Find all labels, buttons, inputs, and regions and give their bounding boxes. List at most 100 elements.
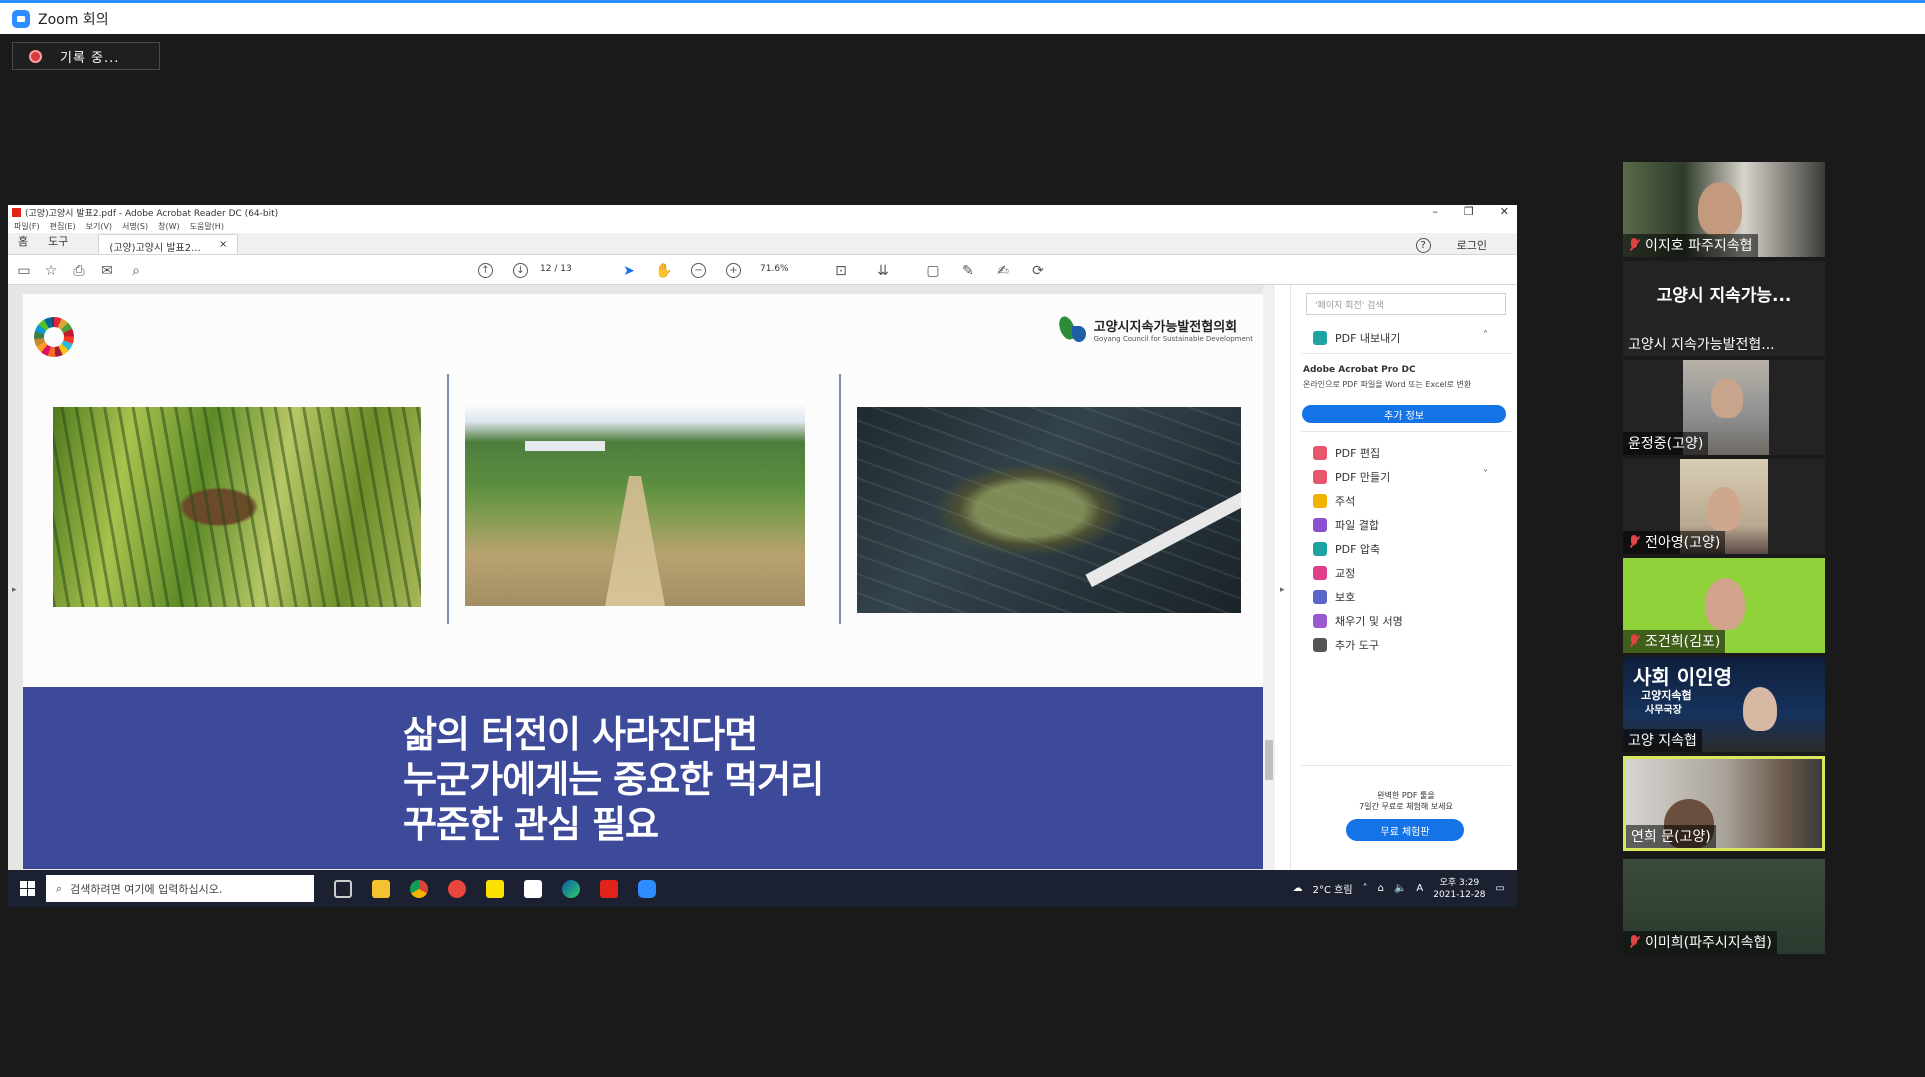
trial-text-line: 7일간 무료로 체험해 보세요 [1359, 802, 1453, 811]
left-pane-toggle-icon[interactable]: ▸ [12, 585, 17, 595]
photo-grass-path [465, 401, 805, 606]
chevron-down-icon[interactable]: ˅ [1483, 469, 1488, 480]
window-title: Zoom 회의 [38, 11, 109, 28]
prev-page-icon[interactable]: ↑ [478, 263, 493, 278]
page-current[interactable]: 12 [540, 264, 551, 274]
login-link[interactable]: 로그인 [1457, 237, 1487, 253]
participant-tile[interactable]: 이지호 파주지속협 [1623, 162, 1825, 257]
tray-expand-icon[interactable]: ˄ [1363, 883, 1368, 894]
participant-tile[interactable]: 윤정중(고양) [1623, 360, 1825, 455]
scroll-mode-icon[interactable]: ⇊ [875, 263, 891, 279]
chrome-icon[interactable] [410, 879, 428, 898]
headline-line-2: 누군가에게는 중요한 먹거리 [403, 758, 824, 801]
document-app-icon[interactable] [524, 879, 542, 898]
column-divider [447, 374, 449, 624]
participant-name: 고양 지속협 [1628, 733, 1697, 749]
acrobat-taskbar-icon[interactable] [600, 879, 618, 898]
taskbar-search-input[interactable]: ⌕ 검색하려면 여기에 입력하십시오. [46, 875, 314, 902]
vertical-scrollbar[interactable] [1263, 285, 1275, 870]
menu-edit[interactable]: 편집(E) [50, 221, 76, 232]
participant-face [1707, 487, 1741, 531]
save-icon[interactable]: ▭ [16, 263, 32, 279]
menu-help[interactable]: 도움말(H) [190, 221, 224, 232]
notification-icon[interactable]: ▭ [1496, 883, 1505, 894]
free-trial-button[interactable]: 무료 체험판 [1346, 819, 1464, 841]
speaker-icon[interactable]: 🔈 [1394, 883, 1406, 894]
zoom-taskbar-icon[interactable] [638, 879, 656, 898]
document-tab-close[interactable]: × [219, 239, 227, 250]
tab-home[interactable]: 홈 [8, 233, 38, 254]
tool-more-tools[interactable]: 추가 도구 [1313, 637, 1379, 653]
participant-tile[interactable]: 이미희(파주시지속협) [1623, 859, 1825, 954]
hand-tool-icon[interactable]: ✋ [655, 263, 672, 279]
menu-file[interactable]: 파일(F) [14, 221, 40, 232]
page-indicator[interactable]: 12 / 13 [540, 264, 572, 274]
restore-icon[interactable]: ❐ [1464, 205, 1474, 218]
participant-tile[interactable]: 조건희(김포) [1623, 558, 1825, 653]
participant-name: 조건희(김포) [1645, 634, 1721, 650]
next-page-icon[interactable]: ↓ [513, 263, 528, 278]
comment-icon[interactable]: ▢ [925, 263, 941, 279]
page-total: / 13 [554, 264, 572, 274]
export-pdf-item[interactable]: PDF 내보내기 [1313, 330, 1400, 346]
highlight-pen-icon[interactable]: ✎ [960, 263, 976, 279]
participant-tile[interactable]: 사회 이인영 고양지속협 사무국장 고양 지속협 [1623, 657, 1825, 752]
participant-tile[interactable]: 고양시 지속가능... 고양시 지속가능발전협... [1623, 261, 1825, 356]
more-info-button[interactable]: 추가 정보 [1302, 405, 1506, 423]
tool-fill-sign[interactable]: 채우기 및 서명 [1313, 613, 1403, 629]
ime-indicator[interactable]: A [1416, 883, 1423, 894]
file-explorer-icon[interactable] [372, 879, 390, 898]
participant-tile[interactable]: 전아영(고양) [1623, 459, 1825, 554]
trial-text: 완벽한 PDF 툴을 7일간 무료로 체험해 보세요 [1311, 790, 1501, 812]
close-icon[interactable]: ✕ [1500, 205, 1509, 218]
tool-label: 주석 [1335, 495, 1356, 508]
participant-big-name: 고양시 지속가능... [1656, 286, 1792, 306]
chevron-up-icon[interactable]: ˄ [1483, 330, 1488, 341]
more-tools-icon [1313, 638, 1327, 652]
clock-time: 오후 3:29 [1439, 877, 1480, 888]
participant-name-tag: 윤정중(고양) [1623, 432, 1709, 455]
bookmark-star-icon[interactable]: ☆ [43, 263, 59, 279]
fit-page-icon[interactable]: ⊡ [833, 263, 849, 279]
mail-icon[interactable]: ✉ [99, 263, 115, 279]
print-icon[interactable]: ⎙ [71, 263, 87, 279]
zoom-in-icon[interactable]: + [726, 263, 741, 278]
tray-apps-icon[interactable]: ⌂ [1378, 883, 1384, 894]
recording-indicator[interactable]: 기록 중... [12, 42, 160, 70]
select-cursor-icon[interactable]: ➤ [621, 263, 637, 279]
right-pane-toggle-icon[interactable]: ▸ [1280, 585, 1285, 595]
taskbar-search-placeholder: 검색하려면 여기에 입력하십시오. [70, 882, 223, 896]
menu-view[interactable]: 보기(V) [86, 221, 112, 232]
participant-tile-active-speaker[interactable]: 연희 문(고양) [1623, 756, 1825, 851]
taskbar-clock[interactable]: 오후 3:29 2021-12-28 [1433, 877, 1485, 901]
tool-label: 파일 결합 [1335, 519, 1379, 532]
weather-text[interactable]: 2°C 흐림 [1313, 881, 1353, 896]
app-icon[interactable] [448, 879, 466, 898]
council-name-en: Goyang Council for Sustainable Developme… [1093, 334, 1253, 343]
share-icon[interactable]: ⟳ [1030, 263, 1046, 279]
tool-search-input[interactable]: '페이지 회전' 검색 [1306, 293, 1506, 315]
minimize-icon[interactable]: – [1432, 205, 1438, 218]
tool-comment[interactable]: 주석 [1313, 493, 1355, 509]
tool-compress-pdf[interactable]: PDF 압축 [1313, 541, 1380, 557]
scrollbar-thumb[interactable] [1265, 740, 1273, 780]
tool-edit-pdf[interactable]: PDF 편집 [1313, 445, 1380, 461]
tab-document[interactable]: (고양)고양시 발표2... × [98, 234, 239, 254]
tool-proofread[interactable]: 교정 [1313, 565, 1355, 581]
menu-sign[interactable]: 서명(S) [122, 221, 148, 232]
help-icon[interactable]: ? [1415, 237, 1431, 253]
tab-tools[interactable]: 도구 [38, 233, 78, 254]
participant-face [1698, 182, 1742, 236]
tool-protect[interactable]: 보호 [1313, 589, 1355, 605]
edge-icon[interactable] [562, 879, 580, 898]
search-icon[interactable]: ⌕ [128, 263, 144, 279]
zoom-level-select[interactable]: 71.6% [760, 264, 789, 274]
tool-combine-files[interactable]: 파일 결합 [1313, 517, 1379, 533]
zoom-out-icon[interactable]: − [691, 263, 706, 278]
kakaotalk-icon[interactable] [486, 879, 504, 898]
tool-create-pdf[interactable]: PDF 만들기 [1313, 469, 1390, 485]
start-button[interactable] [8, 870, 46, 907]
menu-window[interactable]: 창(W) [158, 221, 180, 232]
sign-icon[interactable]: ✍ [995, 263, 1011, 279]
task-view-icon[interactable] [334, 879, 352, 898]
